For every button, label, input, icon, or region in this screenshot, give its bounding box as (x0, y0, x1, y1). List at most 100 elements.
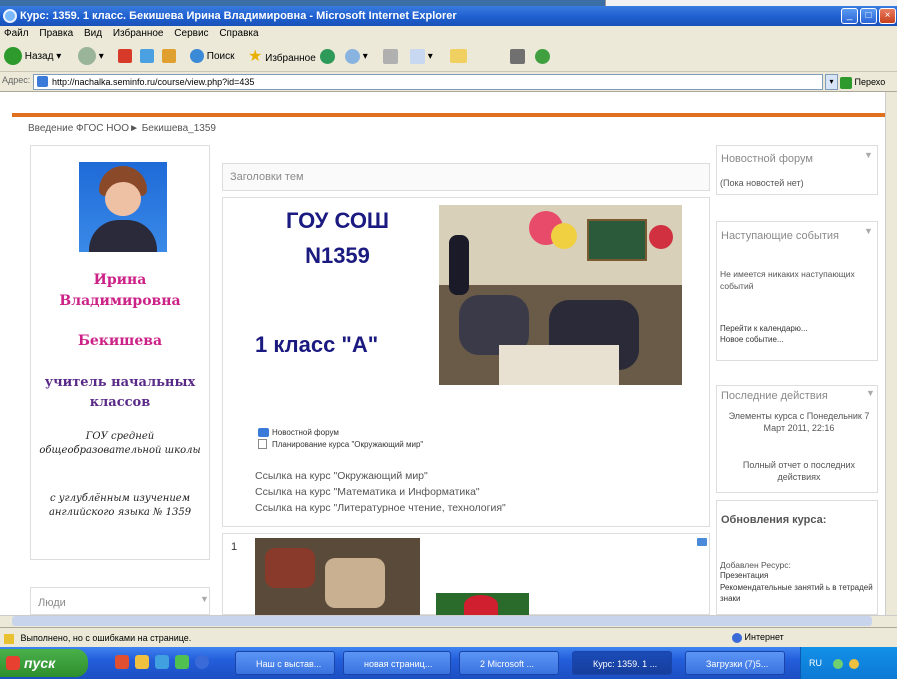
photo-face-front (105, 182, 141, 216)
upcoming-title[interactable]: Наступающие события (721, 228, 841, 244)
updates-item-presentation[interactable]: Презентация (720, 571, 768, 580)
refresh-button[interactable] (140, 46, 154, 68)
minimize-button[interactable]: _ (841, 8, 858, 24)
warning-icon (4, 633, 14, 644)
tray-icon-1[interactable] (832, 658, 843, 669)
resource-news-forum[interactable]: Новостной форум (272, 428, 339, 437)
home-icon (162, 49, 176, 64)
language-indicator[interactable]: RU (809, 658, 822, 668)
header-divider (12, 113, 885, 117)
status-text: Выполнено, но с ошибками на странице. (20, 633, 192, 643)
task-2[interactable]: новая страниц... (343, 651, 451, 675)
photo-clothes (89, 220, 157, 252)
photo-balloon-2 (551, 223, 577, 249)
messenger-icon (535, 48, 550, 64)
news-forum-title[interactable]: Новостной форум (721, 153, 813, 165)
maximize-button[interactable]: □ (860, 8, 877, 24)
vertical-scrollbar[interactable] (885, 92, 897, 615)
section-photo-figure-1 (265, 548, 315, 588)
news-forum-collapse-icon[interactable]: ▼ (864, 150, 873, 160)
task-3[interactable]: 2 Microsoft ... (459, 651, 559, 675)
updates-item-2[interactable]: Рекомендательные занятий ь в тетрадей зн… (720, 582, 875, 604)
url-text: http://nachalka.seminfo.ru/course/view.p… (52, 77, 255, 87)
teacher-school-detail: с углублённым изучением английского язык… (48, 493, 192, 518)
stop-button[interactable] (118, 46, 132, 68)
back-button[interactable]: Назад ▾ (4, 46, 61, 68)
scroll-thumb[interactable] (12, 616, 872, 626)
task-4[interactable]: Курс: 1359. 1 ... (572, 651, 672, 675)
task-1[interactable]: Наш с выстав... (235, 651, 335, 675)
task-5[interactable]: Загрузки (7)5... (685, 651, 785, 675)
full-report-link[interactable]: Полный отчет о последних действиях (724, 459, 874, 483)
recent-activity-title[interactable]: Последние действия (721, 390, 828, 402)
section-photo-figure-2 (325, 558, 385, 608)
quicklaunch-icon-2[interactable] (135, 655, 149, 669)
quicklaunch-icon-1[interactable] (115, 655, 129, 669)
status-zone: Интернет (732, 631, 784, 643)
teacher-photo (79, 162, 167, 252)
page-icon (37, 76, 48, 87)
forum-icon (258, 428, 269, 437)
research-button[interactable] (510, 46, 525, 68)
resource-course-plan[interactable]: Планирование курса "Окружающий мир" (272, 440, 423, 449)
upcoming-body: Не имеется никаких наступающих событий (720, 269, 855, 291)
quicklaunch-ie-icon[interactable] (195, 655, 209, 669)
photo-desks (499, 345, 619, 385)
toolbar (0, 42, 897, 72)
quicklaunch-icon-4[interactable] (175, 655, 189, 669)
recent-collapse-icon[interactable]: ▼ (866, 388, 875, 398)
system-tray: RU (800, 647, 897, 679)
section-number: 1 (231, 541, 238, 553)
forward-button[interactable]: ▾ (78, 46, 104, 68)
history-button[interactable] (320, 46, 335, 68)
search-button[interactable]: Поиск (190, 46, 235, 68)
course-link-world[interactable]: Ссылка на курс "Окружающий мир" (255, 470, 428, 482)
school-title: ГОУ СОШ (285, 208, 390, 233)
breadcrumb[interactable]: Введение ФГОС НОО► Бекишева_1359 (28, 123, 216, 134)
windows-logo-icon (6, 656, 20, 670)
mail-button[interactable]: ▾ (345, 46, 368, 68)
people-title[interactable]: Люди (38, 597, 66, 609)
window-title-bar: Курс: 1359. 1 класс. Бекишева Ирина Влад… (0, 6, 897, 26)
quicklaunch-icon-3[interactable] (155, 655, 169, 669)
course-updates-title: Обновления курса: (721, 514, 827, 526)
refresh-icon (140, 49, 154, 64)
menu-edit[interactable]: Правка (39, 28, 73, 39)
folder-icon (450, 49, 467, 64)
edit-button[interactable]: ▾ (410, 46, 433, 68)
strawberry-shape (464, 595, 498, 615)
go-button[interactable]: Перехо (840, 74, 897, 90)
photo-blackboard (587, 219, 647, 261)
favorites-button[interactable]: ★ Избранное (248, 46, 316, 68)
home-button[interactable] (162, 46, 176, 68)
teacher-surname: Бекишева (77, 333, 163, 349)
window-title: Курс: 1359. 1 класс. Бекишева Ирина Влад… (20, 10, 457, 22)
close-button[interactable]: × (879, 8, 896, 24)
tray-icon-2[interactable] (849, 658, 860, 669)
print-button[interactable] (383, 46, 398, 68)
file-icon (258, 439, 267, 449)
section-toggle-icon[interactable] (697, 538, 707, 546)
mail-icon (345, 48, 360, 64)
calendar-link[interactable]: Перейти к календарю... (720, 324, 808, 333)
people-collapse-icon[interactable]: ▼ (200, 594, 209, 604)
address-input[interactable]: http://nachalka.seminfo.ru/course/view.p… (33, 74, 823, 90)
menu-view[interactable]: Вид (84, 28, 102, 39)
menu-help[interactable]: Справка (219, 28, 258, 39)
address-dropdown[interactable]: ▾ (825, 74, 838, 90)
menu-file[interactable]: Файл (4, 28, 29, 39)
section-photo-1 (255, 538, 420, 615)
menu-tools[interactable]: Сервис (174, 28, 208, 39)
course-link-literature[interactable]: Ссылка на курс "Литературное чтение, тех… (255, 502, 506, 514)
stop-icon (118, 49, 132, 64)
screen: Курс: 1359. 1 класс. Бекишева Ирина Влад… (0, 0, 897, 679)
new-event-link[interactable]: Новое событие... (720, 335, 784, 344)
messenger-button[interactable] (535, 46, 550, 68)
folder-button[interactable] (450, 46, 467, 68)
menu-bar: Файл Правка Вид Избранное Сервис Справка (0, 26, 897, 42)
back-arrow-icon (4, 47, 22, 66)
upcoming-collapse-icon[interactable]: ▼ (864, 226, 873, 236)
menu-favorites[interactable]: Избранное (113, 28, 164, 39)
teacher-first-name: Ирина (93, 272, 147, 288)
course-link-math[interactable]: Ссылка на курс "Математика и Информатика… (255, 486, 480, 498)
